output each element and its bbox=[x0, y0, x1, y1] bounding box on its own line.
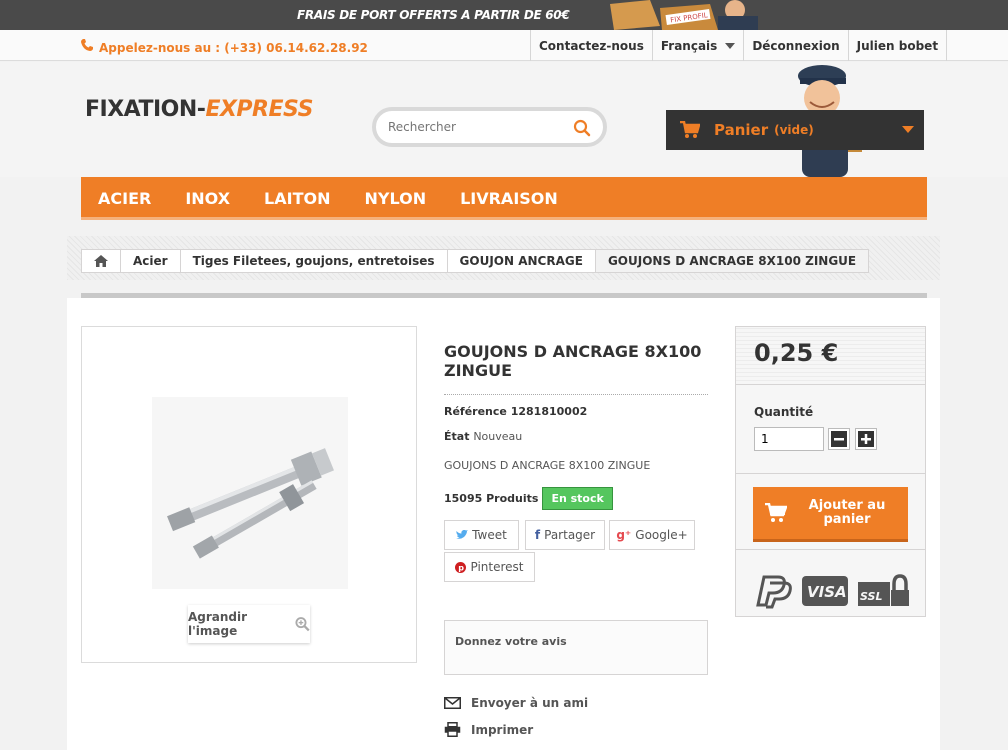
google-label: Google+ bbox=[635, 528, 688, 542]
menu-item-laiton[interactable]: LAITON bbox=[247, 177, 347, 220]
quantity-label: Quantité bbox=[754, 405, 814, 419]
search-input[interactable] bbox=[388, 117, 568, 137]
short-description: GOUJONS D ANCRAGE 8X100 ZINGUE bbox=[444, 459, 651, 472]
zoom-icon bbox=[295, 617, 310, 632]
main-menu: ACIER INOX LAITON NYLON LIVRAISON bbox=[81, 177, 927, 220]
facebook-share-button[interactable]: f Partager bbox=[525, 520, 605, 550]
pinterest-label: Pinterest bbox=[470, 560, 524, 574]
logo-part1: FIXATION- bbox=[85, 97, 206, 122]
visa-text: VISA bbox=[807, 583, 847, 601]
send-friend-label: Envoyer à un ami bbox=[471, 696, 589, 710]
promo-text: FRAIS DE PORT OFFERTS A PARTIR DE 60€ bbox=[297, 8, 570, 22]
google-plus-button[interactable]: g⁺ Google+ bbox=[609, 520, 695, 550]
divider bbox=[736, 549, 925, 550]
stock-info: 15095 Produits En stock bbox=[444, 487, 613, 510]
cart-button[interactable]: Panier (vide) bbox=[666, 110, 924, 150]
logout-link[interactable]: Déconnexion bbox=[743, 30, 847, 61]
visa-logo: VISA bbox=[802, 576, 848, 606]
plus-icon bbox=[858, 431, 874, 447]
menu-item-livraison[interactable]: LIVRAISON bbox=[443, 177, 575, 220]
product-image-box: Agrandir l'image bbox=[81, 326, 417, 663]
menu-item-inox[interactable]: INOX bbox=[168, 177, 247, 220]
payment-logos: VISA SSL bbox=[754, 573, 910, 609]
product-state: État Nouveau bbox=[444, 430, 522, 443]
paypal-logo bbox=[756, 575, 792, 609]
phone-contact: Appelez-nous au : (+33) 06.14.62.28.92 bbox=[80, 38, 368, 55]
chevron-down-icon bbox=[725, 42, 736, 49]
ssl-text: SSL bbox=[860, 590, 882, 603]
product-reference: Référence 1281810002 bbox=[444, 405, 587, 418]
reference-label: Référence bbox=[444, 405, 507, 418]
quantity-available: 15095 Produits bbox=[444, 492, 539, 505]
buy-box: 0,25 € Quantité Ajouter au panier VISA S… bbox=[735, 326, 926, 617]
envelope-icon bbox=[444, 697, 461, 709]
product-price: 0,25 € bbox=[754, 339, 839, 367]
pinterest-icon: p bbox=[455, 561, 467, 573]
quantity-input[interactable] bbox=[754, 427, 824, 451]
add-to-cart-label: Ajouter au panier bbox=[808, 498, 886, 527]
divider bbox=[736, 473, 925, 474]
quantity-increase-button[interactable] bbox=[855, 428, 877, 450]
search-icon[interactable] bbox=[573, 119, 591, 137]
zoom-button[interactable]: Agrandir l'image bbox=[188, 605, 310, 643]
pinterest-button[interactable]: p Pinterest bbox=[444, 552, 535, 582]
language-label: Français bbox=[660, 38, 718, 53]
breadcrumb: Acier Tiges Filetees, goujons, entretois… bbox=[81, 249, 870, 273]
promo-banner: FRAIS DE PORT OFFERTS A PARTIR DE 60€ FI… bbox=[0, 0, 1008, 30]
breadcrumb-acier[interactable]: Acier bbox=[121, 250, 181, 272]
stock-badge: En stock bbox=[542, 487, 613, 510]
print-label: Imprimer bbox=[471, 722, 534, 737]
state-value: Nouveau bbox=[473, 430, 523, 443]
printer-icon bbox=[444, 722, 461, 737]
cart-icon bbox=[765, 503, 787, 522]
minus-icon bbox=[831, 431, 847, 447]
home-icon bbox=[94, 255, 108, 267]
google-plus-icon: g⁺ bbox=[616, 528, 632, 542]
price-area: 0,25 € bbox=[736, 327, 925, 385]
facebook-icon: f bbox=[534, 528, 541, 542]
phone-text: Appelez-nous au : (+33) 06.14.62.28.92 bbox=[99, 41, 368, 55]
delivery-man-illustration: FIX PROFIL bbox=[600, 0, 765, 30]
chevron-down-icon bbox=[902, 126, 914, 133]
header: FIXATION-EXPRESS Panier (vide) bbox=[0, 62, 1008, 177]
product-image[interactable] bbox=[152, 397, 348, 589]
divider bbox=[444, 394, 708, 395]
print-link[interactable]: Imprimer bbox=[444, 722, 533, 737]
review-label: Donnez votre avis bbox=[455, 635, 567, 648]
top-links: Contactez-nous Français Déconnexion Juli… bbox=[530, 30, 948, 61]
add-to-cart-button[interactable]: Ajouter au panier bbox=[753, 487, 908, 542]
phone-icon bbox=[81, 39, 93, 51]
tweet-label: Tweet bbox=[472, 528, 507, 542]
state-label: État bbox=[444, 430, 470, 443]
ssl-lock-logo: SSL bbox=[858, 574, 909, 606]
reference-value: 1281810002 bbox=[510, 405, 588, 418]
zoom-label: Agrandir l'image bbox=[188, 610, 248, 638]
send-friend-link[interactable]: Envoyer à un ami bbox=[444, 696, 588, 710]
svg-text:p: p bbox=[459, 563, 465, 572]
top-bar: Appelez-nous au : (+33) 06.14.62.28.92 C… bbox=[0, 30, 1008, 61]
cart-state: (vide) bbox=[774, 123, 814, 137]
account-link[interactable]: Julien bobet bbox=[847, 30, 948, 61]
review-box[interactable]: Donnez votre avis bbox=[444, 620, 708, 675]
cart-icon bbox=[680, 121, 700, 138]
breadcrumb-current: GOUJONS D ANCRAGE 8X100 ZINGUE bbox=[595, 250, 869, 272]
product-title: GOUJONS D ANCRAGE 8X100 ZINGUE bbox=[444, 342, 702, 380]
breadcrumb-tiges[interactable]: Tiges Filetees, goujons, entretoises bbox=[181, 250, 448, 272]
logo-part2: EXPRESS bbox=[205, 97, 313, 122]
breadcrumb-home[interactable] bbox=[82, 250, 121, 272]
cart-label: Panier bbox=[714, 121, 769, 139]
twitter-icon bbox=[456, 530, 469, 539]
quantity-decrease-button[interactable] bbox=[828, 428, 850, 450]
search-bar bbox=[372, 107, 607, 147]
breadcrumb-goujon[interactable]: GOUJON ANCRAGE bbox=[448, 250, 596, 272]
menu-item-nylon[interactable]: NYLON bbox=[347, 177, 443, 220]
contact-link[interactable]: Contactez-nous bbox=[530, 30, 652, 61]
facebook-label: Partager bbox=[544, 528, 596, 542]
language-selector[interactable]: Français bbox=[651, 30, 743, 61]
site-logo[interactable]: FIXATION-EXPRESS bbox=[85, 97, 313, 122]
menu-item-acier[interactable]: ACIER bbox=[81, 177, 168, 220]
tweet-button[interactable]: Tweet bbox=[444, 520, 519, 550]
